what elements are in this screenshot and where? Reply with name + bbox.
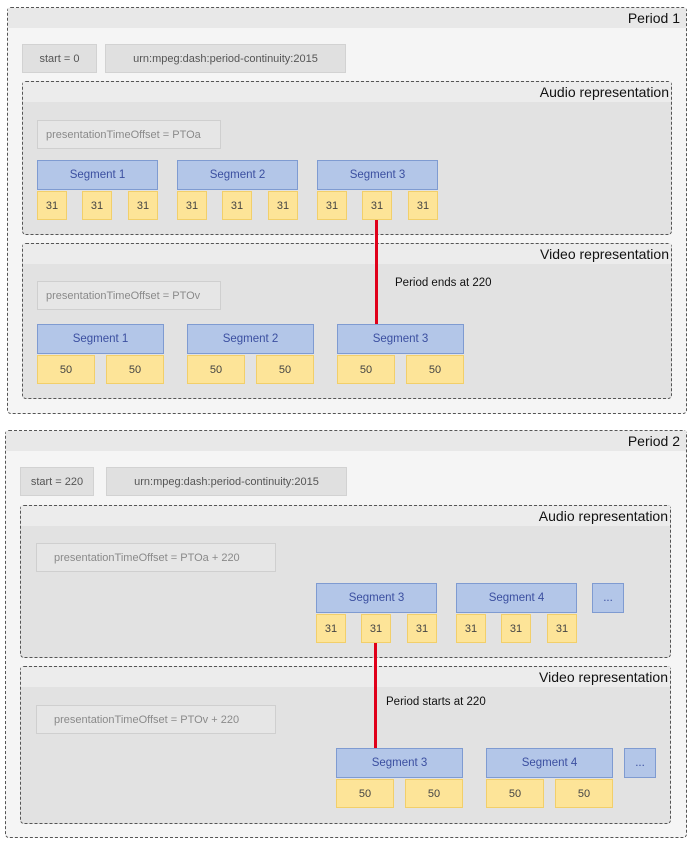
period-2-start: start = 220 <box>20 467 94 496</box>
period-2-boundary-line <box>374 643 377 748</box>
p2-audio-sample: 31 <box>316 614 346 643</box>
p1-audio-sample: 31 <box>268 191 298 220</box>
period-1-start: start = 0 <box>22 44 97 73</box>
period-starts-note: Period starts at 220 <box>386 696 486 708</box>
period-2-title: Period 2 <box>6 431 686 451</box>
p1-audio-segment-1: Segment 1 <box>37 160 158 190</box>
p1-audio-segment-3: Segment 3 <box>317 160 438 190</box>
period-1-title: Period 1 <box>8 8 686 28</box>
p1-video-segment-2: Segment 2 <box>187 324 314 354</box>
period-1-video-title: Video representation <box>23 244 671 264</box>
p1-video-segment-3: Segment 3 <box>337 324 464 354</box>
p1-video-sample: 50 <box>37 355 95 384</box>
period-1-audio-representation: Audio representation <box>22 81 672 235</box>
p2-audio-sample: 31 <box>456 614 486 643</box>
p2-video-sample: 50 <box>405 779 463 808</box>
p1-video-sample: 50 <box>406 355 464 384</box>
period-2-audio-title: Audio representation <box>21 506 670 526</box>
p2-audio-sample: 31 <box>501 614 531 643</box>
p1-audio-sample: 31 <box>317 191 347 220</box>
period-1-continuity: urn:mpeg:dash:period-continuity:2015 <box>105 44 346 73</box>
p2-video-sample: 50 <box>555 779 613 808</box>
p1-audio-sample: 31 <box>362 191 392 220</box>
p2-video-segment-3: Segment 3 <box>336 748 463 778</box>
period-2-continuity: urn:mpeg:dash:period-continuity:2015 <box>106 467 347 496</box>
p1-video-sample: 50 <box>337 355 395 384</box>
p2-audio-sample: 31 <box>407 614 437 643</box>
p1-audio-sample: 31 <box>37 191 67 220</box>
period-2-video-title: Video representation <box>21 667 670 687</box>
period-1-audio-title: Audio representation <box>23 82 671 102</box>
period-2-video-pto: presentationTimeOffset = PTOv + 220 <box>36 705 276 734</box>
period-1-video-pto: presentationTimeOffset = PTOv <box>37 281 221 310</box>
p2-audio-sample: 31 <box>361 614 391 643</box>
p2-audio-ellipsis: ... <box>592 583 624 613</box>
p1-video-sample: 50 <box>187 355 245 384</box>
p2-video-sample: 50 <box>486 779 544 808</box>
p1-audio-sample: 31 <box>82 191 112 220</box>
period-ends-note: Period ends at 220 <box>395 277 492 289</box>
p1-audio-sample: 31 <box>177 191 207 220</box>
p1-audio-segment-2: Segment 2 <box>177 160 298 190</box>
p1-audio-sample: 31 <box>222 191 252 220</box>
period-1-boundary-line <box>375 220 378 324</box>
p2-video-sample: 50 <box>336 779 394 808</box>
p2-video-ellipsis: ... <box>624 748 656 778</box>
p1-video-sample: 50 <box>256 355 314 384</box>
p1-video-sample: 50 <box>106 355 164 384</box>
p2-audio-segment-4: Segment 4 <box>456 583 577 613</box>
period-2-audio-pto: presentationTimeOffset = PTOa + 220 <box>36 543 276 572</box>
p1-audio-sample: 31 <box>128 191 158 220</box>
period-1-audio-pto: presentationTimeOffset = PTOa <box>37 120 221 149</box>
p1-audio-sample: 31 <box>408 191 438 220</box>
p2-video-segment-4: Segment 4 <box>486 748 613 778</box>
p1-video-segment-1: Segment 1 <box>37 324 164 354</box>
p2-audio-segment-3: Segment 3 <box>316 583 437 613</box>
p2-audio-sample: 31 <box>547 614 577 643</box>
